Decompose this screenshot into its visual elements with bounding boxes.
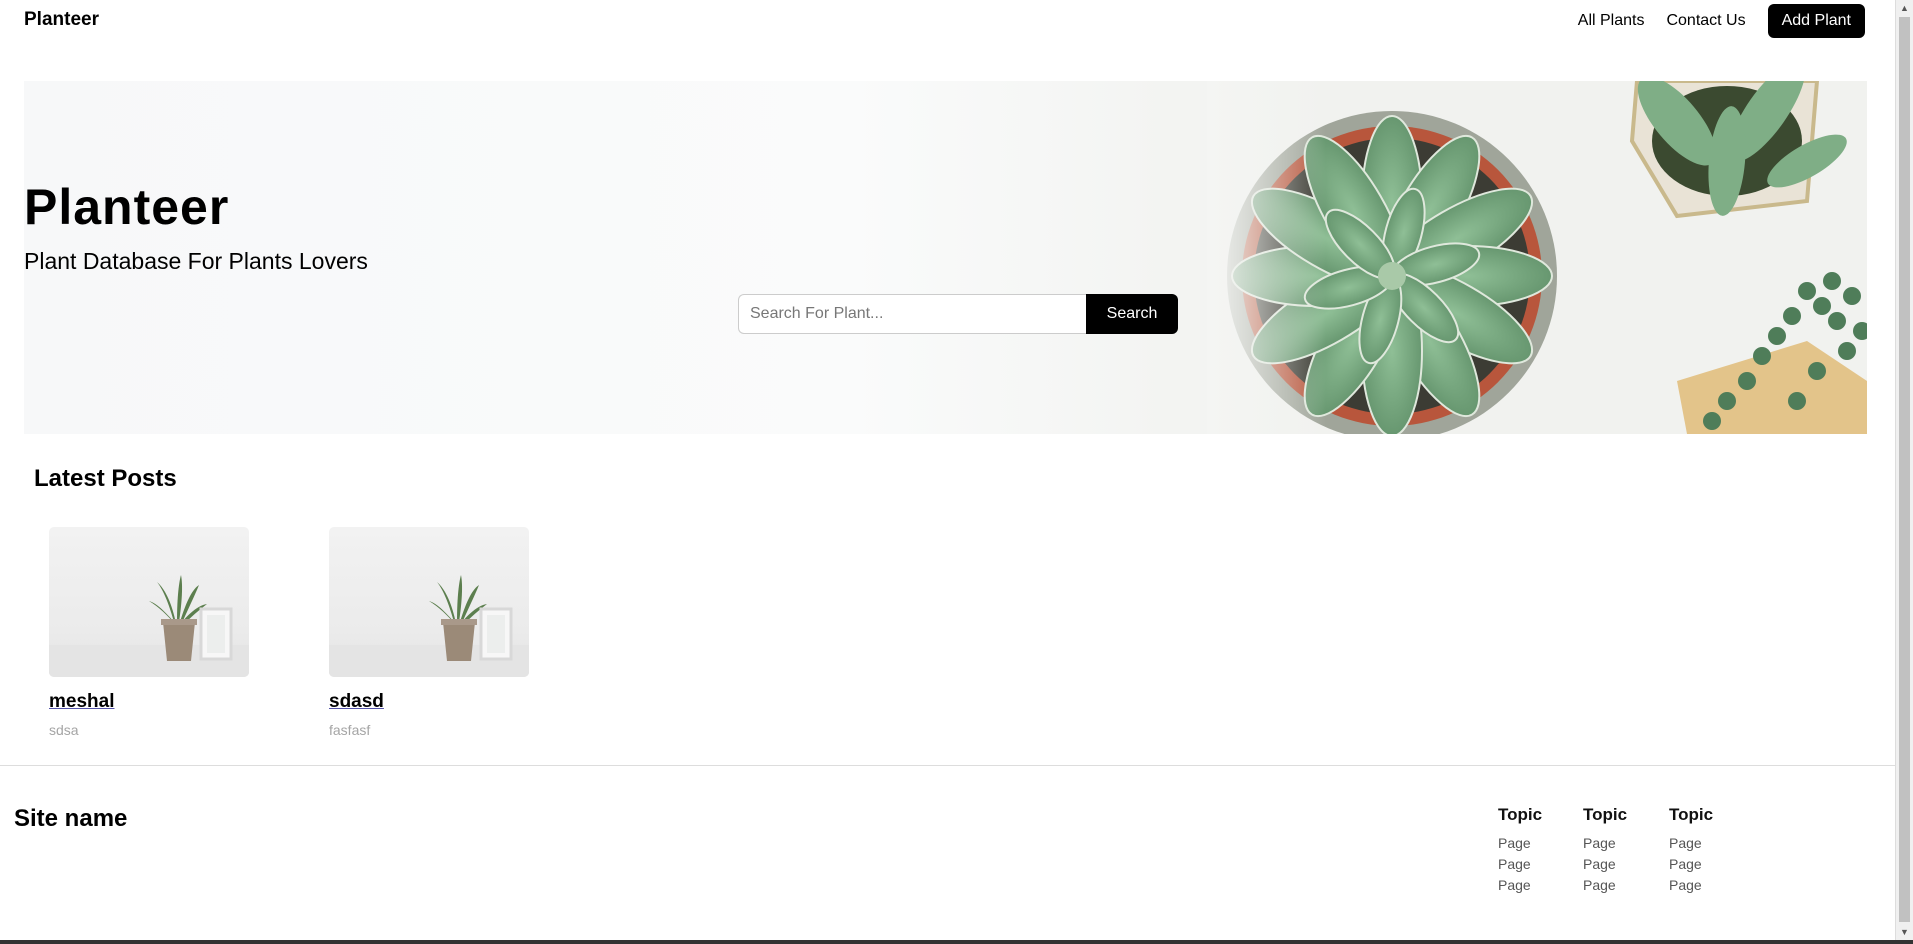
post-card[interactable]: meshal sdsa	[49, 527, 249, 738]
footer-page-link[interactable]: Page	[1498, 875, 1542, 896]
post-card[interactable]: sdasd fasfasf	[329, 527, 529, 738]
post-title-link[interactable]: sdasd	[329, 691, 384, 713]
hero-subtitle: Plant Database For Plants Lovers	[24, 248, 368, 274]
footer-page-link[interactable]: Page	[1583, 833, 1627, 854]
vertical-scrollbar[interactable]: ▲ ▼	[1895, 0, 1913, 944]
nav-contact-us-link[interactable]: Contact Us	[1666, 12, 1745, 30]
footer-page-link[interactable]: Page	[1498, 854, 1542, 875]
post-subtitle: fasfasf	[329, 722, 371, 738]
nav-links: All Plants Contact Us Add Plant	[1578, 4, 1865, 38]
footer-page-link[interactable]: Page	[1583, 854, 1627, 875]
hero-banner: Planteer Plant Database For Plants Lover…	[24, 81, 1867, 434]
footer-page-link[interactable]: Page	[1669, 854, 1713, 875]
footer-page-link[interactable]: Page	[1498, 833, 1542, 854]
hero-title: Planteer	[24, 179, 230, 235]
footer-column: Topic Page Page Page	[1583, 805, 1627, 896]
nav-all-plants-link[interactable]: All Plants	[1578, 12, 1645, 30]
scrollbar-thumb[interactable]	[1899, 17, 1910, 922]
top-navbar: Planteer All Plants Contact Us Add Plant	[0, 0, 1895, 40]
search-bar: Search	[738, 294, 1178, 334]
footer-page-link[interactable]: Page	[1669, 875, 1713, 896]
footer-topic: Topic	[1669, 805, 1714, 824]
search-button[interactable]: Search	[1086, 294, 1178, 334]
footer-topic: Topic	[1498, 805, 1543, 824]
add-plant-button[interactable]: Add Plant	[1767, 4, 1865, 38]
window-bottom-edge	[0, 940, 1913, 944]
footer-topic: Topic	[1583, 805, 1628, 824]
scroll-up-arrow-icon[interactable]: ▲	[1900, 2, 1909, 14]
footer-divider	[0, 765, 1895, 766]
search-input[interactable]	[738, 294, 1086, 334]
scroll-down-arrow-icon[interactable]: ▼	[1900, 926, 1909, 938]
potted-plant-image	[49, 575, 249, 677]
footer-page-link[interactable]: Page	[1583, 875, 1627, 896]
latest-posts-heading: Latest Posts	[34, 465, 177, 492]
post-subtitle: sdsa	[49, 722, 79, 738]
footer-column: Topic Page Page Page	[1669, 805, 1713, 896]
footer-column: Topic Page Page Page	[1498, 805, 1542, 896]
potted-plant-image	[329, 575, 529, 677]
post-image[interactable]	[329, 527, 529, 677]
post-title-link[interactable]: meshal	[49, 691, 114, 713]
post-image[interactable]	[49, 527, 249, 677]
brand-link[interactable]: Planteer	[24, 9, 99, 31]
footer-page-link[interactable]: Page	[1669, 833, 1713, 854]
footer-site-name: Site name	[14, 805, 128, 832]
